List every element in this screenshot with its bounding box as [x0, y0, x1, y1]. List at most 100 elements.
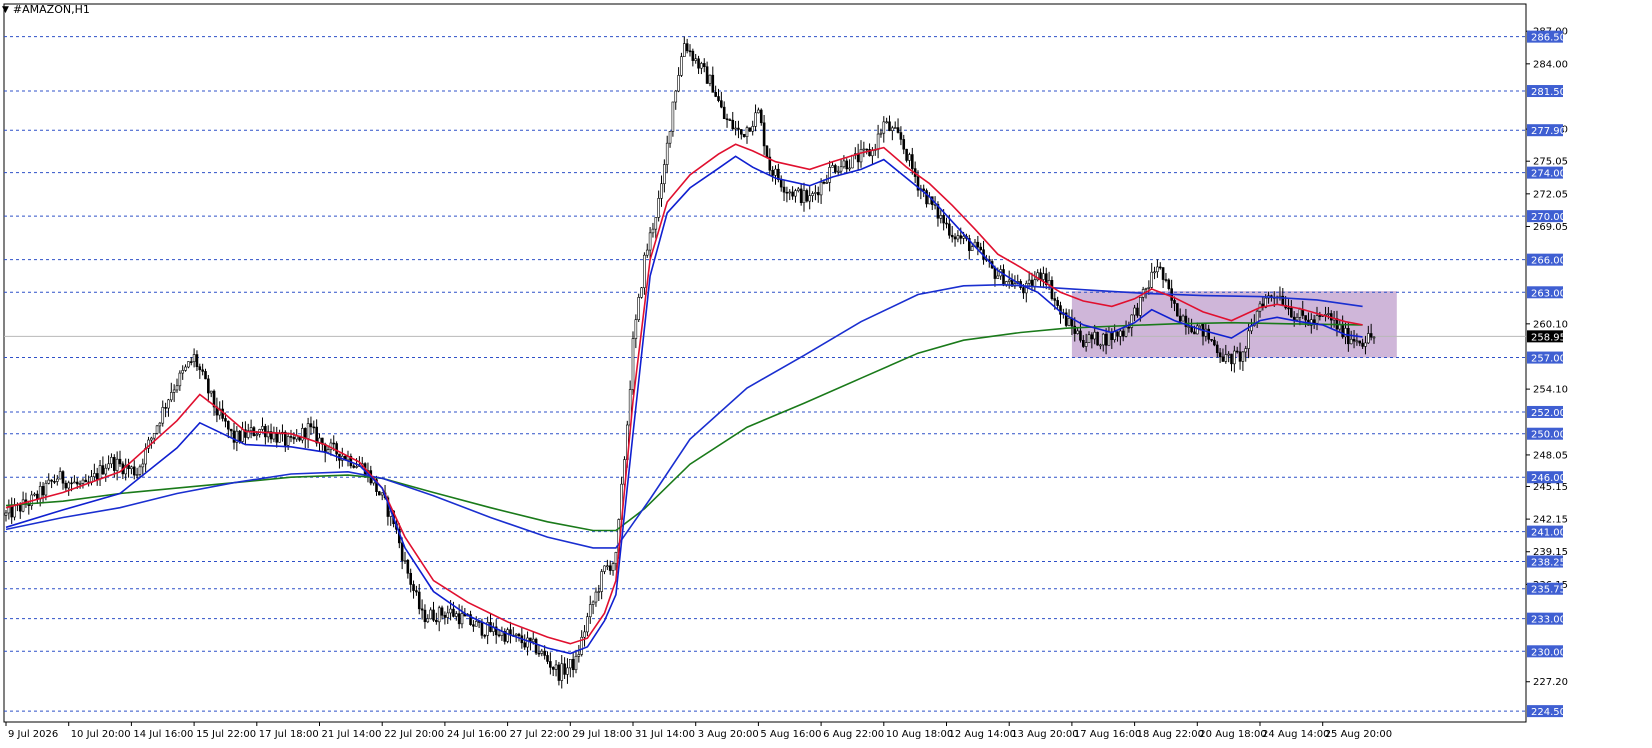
- candle-body: [1196, 325, 1199, 335]
- candle-body: [457, 613, 461, 625]
- candle-body: [460, 613, 464, 625]
- candle-body: [1156, 266, 1159, 273]
- candle-body: [588, 604, 592, 618]
- candle-body: [1022, 287, 1025, 294]
- candle-body: [993, 267, 997, 279]
- y-tick-label: 284.00: [1533, 59, 1568, 70]
- candle-body: [970, 246, 974, 251]
- candle-body: [808, 195, 812, 202]
- candle-body: [1341, 324, 1344, 338]
- candle-body: [1287, 307, 1290, 310]
- candle-body: [682, 43, 686, 57]
- candle-body: [731, 119, 735, 130]
- candle-body: [839, 166, 843, 172]
- candle-body: [261, 426, 264, 430]
- candle: [640, 286, 643, 299]
- candle-body: [851, 154, 854, 169]
- level-label: 235.75: [1531, 585, 1566, 596]
- candle-body: [278, 433, 281, 443]
- candle-body: [224, 418, 227, 422]
- candle-body: [691, 50, 695, 61]
- level-label: 233.00: [1531, 615, 1566, 626]
- candle-body: [1164, 279, 1168, 281]
- candle-body: [645, 249, 649, 256]
- x-tick-label: 12 Aug 14:00: [949, 729, 1016, 740]
- level-label: 270.00: [1531, 212, 1566, 223]
- candle-body: [754, 112, 757, 127]
- candle-body: [834, 165, 837, 173]
- candle-body: [651, 228, 655, 234]
- candle-body: [611, 563, 615, 571]
- candle-body: [677, 75, 680, 92]
- candle-body: [195, 354, 199, 368]
- x-tick-label: 9 Jul 2026: [8, 729, 58, 740]
- candle: [805, 188, 809, 203]
- y-tick-label: 227.20: [1533, 677, 1568, 688]
- candle-body: [326, 449, 330, 453]
- candle-body: [378, 491, 381, 496]
- candle-body: [84, 479, 88, 483]
- candle-body: [472, 624, 475, 627]
- level-label: 266.00: [1531, 256, 1566, 267]
- candle: [631, 331, 635, 395]
- candle-body: [155, 425, 159, 434]
- candle-body: [241, 429, 244, 442]
- candle-body: [788, 191, 792, 194]
- candle-body: [1327, 313, 1330, 315]
- x-tick-label: 17 Jul 18:00: [259, 729, 319, 740]
- candle-body: [187, 361, 190, 368]
- candle-body: [597, 591, 601, 593]
- candle-body: [705, 66, 709, 84]
- price-chart[interactable]: 287.00284.00278.00275.05272.05269.05260.…: [0, 0, 1652, 748]
- chart-window[interactable]: 287.00284.00278.00275.05272.05269.05260.…: [0, 0, 1652, 748]
- candle-body: [577, 654, 581, 657]
- candle-body: [537, 652, 541, 655]
- candle-body: [255, 434, 259, 437]
- candle-body: [454, 613, 458, 617]
- candle-body: [637, 297, 641, 320]
- candle-body: [1107, 331, 1111, 346]
- candle-body: [896, 127, 900, 133]
- candle-body: [631, 338, 635, 390]
- candle-body: [1067, 317, 1071, 326]
- candle-body: [1295, 317, 1299, 321]
- candle-body: [1076, 330, 1079, 334]
- candle-body: [198, 366, 202, 371]
- candle-body: [549, 661, 552, 668]
- candle-body: [685, 43, 689, 52]
- candle-body: [816, 192, 820, 196]
- candle-body: [842, 160, 846, 168]
- candle-body: [1347, 327, 1350, 345]
- candle-body: [355, 466, 358, 468]
- candle: [748, 127, 752, 132]
- candle-body: [41, 486, 45, 496]
- candle-body: [229, 428, 233, 432]
- candle-body: [594, 591, 598, 603]
- candle-body: [876, 133, 880, 150]
- x-tick-label: 14 Jul 16:00: [133, 729, 193, 740]
- candle-body: [64, 482, 68, 489]
- candle-body: [757, 109, 760, 114]
- candle-body: [380, 492, 384, 496]
- candle-body: [606, 565, 609, 568]
- candle-body: [614, 552, 618, 564]
- candle-body: [429, 609, 432, 620]
- candle-body: [400, 542, 404, 561]
- candle-body: [714, 92, 717, 97]
- candle-body: [93, 473, 96, 477]
- candle-body: [98, 465, 102, 480]
- candle-body: [583, 631, 586, 638]
- candle: [534, 637, 538, 656]
- triangle-down-icon[interactable]: ▼: [2, 5, 9, 15]
- candle-body: [1096, 331, 1099, 346]
- candle-body: [303, 428, 307, 439]
- candle-body: [238, 430, 241, 442]
- candle-body: [526, 637, 529, 648]
- candle-body: [680, 56, 683, 76]
- candle-body: [61, 471, 65, 484]
- candle-body: [1187, 326, 1191, 328]
- candle: [834, 163, 837, 174]
- candle-body: [825, 182, 829, 184]
- x-tick-label: 18 Aug 22:00: [1137, 729, 1204, 740]
- candle-body: [150, 437, 153, 441]
